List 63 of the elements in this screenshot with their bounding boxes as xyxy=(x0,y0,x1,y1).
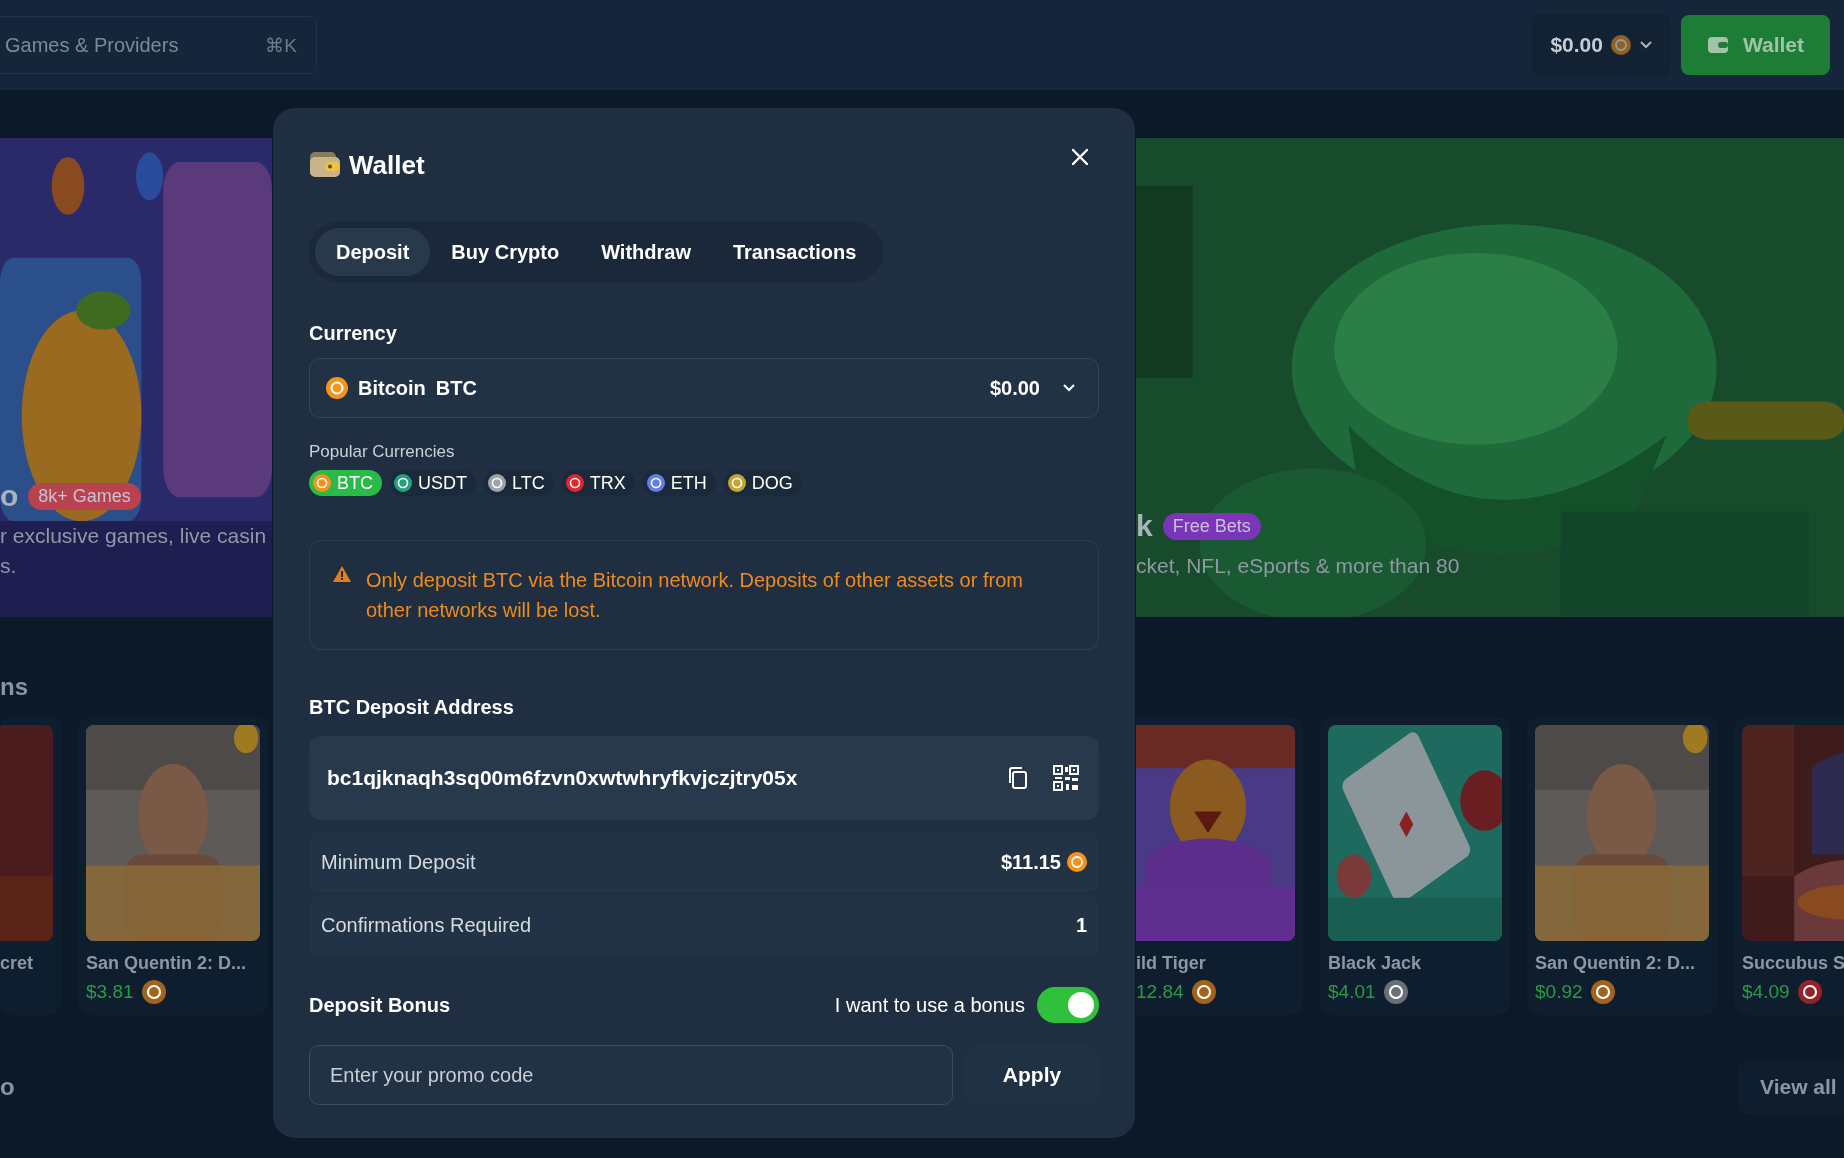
tab[interactable]: Withdraw xyxy=(580,228,712,276)
balance-button[interactable]: $0.00 xyxy=(1532,14,1671,76)
game-card[interactable]: Succubus S $4.09 xyxy=(1734,717,1844,1015)
currency-chip[interactable]: LTC xyxy=(484,470,554,496)
game-price: 12.84 xyxy=(1136,981,1184,1003)
promo-code-field[interactable]: Enter your promo code xyxy=(309,1045,953,1105)
info-label: Confirmations Required xyxy=(321,913,532,937)
currency-name: Bitcoin xyxy=(358,376,426,400)
currency-chip[interactable]: TRX xyxy=(561,470,635,496)
banner-title: k xyxy=(1136,509,1153,543)
currency-select[interactable]: Bitcoin BTC $0.00 xyxy=(309,358,1099,418)
game-price: $4.09 xyxy=(1742,981,1790,1003)
view-all-button[interactable]: View all xyxy=(1738,1059,1844,1115)
game-title: San Quentin 2: D... xyxy=(86,953,247,974)
banner-title: o xyxy=(0,479,19,513)
close-icon[interactable] xyxy=(1071,148,1089,166)
warning-icon xyxy=(332,565,352,583)
section-title: o xyxy=(0,1073,15,1101)
currency-balance: $0.00 xyxy=(989,376,1040,400)
banner-description: r exclusive games, live casin s. xyxy=(0,523,267,579)
apply-button[interactable]: Apply xyxy=(965,1045,1099,1105)
field-label: Currency xyxy=(309,322,398,346)
currency-chip[interactable]: USDT xyxy=(390,470,476,496)
game-card[interactable]: San Quentin 2: D... $0.92 xyxy=(1527,717,1717,1015)
banner-description: cket, NFL, eSports & more than 80 xyxy=(1136,553,1460,579)
game-price: $4.01 xyxy=(1328,981,1376,1003)
game-title: cret xyxy=(0,953,35,974)
qr-code-icon[interactable] xyxy=(1053,765,1079,791)
section-title: ns xyxy=(0,673,28,702)
game-card[interactable]: San Quentin 2: D... $3.81 xyxy=(78,717,268,1015)
currency-chip[interactable]: DOG xyxy=(723,470,802,496)
wallet-icon xyxy=(1706,34,1729,56)
dialog-title: Wallet xyxy=(349,149,425,181)
deposit-address: bc1qjknaqh3sq00m6fzvn0xwtwhryfkvjczjtry05x xyxy=(327,766,799,790)
game-price: $0.92 xyxy=(1535,981,1583,1003)
section-title: Deposit Bonus xyxy=(309,993,451,1017)
game-title: Succubus S xyxy=(1742,953,1844,974)
game-title: ild Tiger xyxy=(1136,953,1207,974)
tab[interactable]: Deposit xyxy=(315,228,431,276)
copy-icon[interactable] xyxy=(1007,766,1029,790)
shortcut-hint: ⌘K xyxy=(265,34,297,57)
toggle-label: I want to use a bonus xyxy=(834,993,1025,1017)
game-title: San Quentin 2: D... xyxy=(1535,953,1696,974)
field-label: Popular Currencies xyxy=(309,442,456,462)
game-title: Black Jack xyxy=(1328,953,1423,974)
warning-text: Only deposit BTC via the Bitcoin network. Deposits of other assets or from other networks will be lost. xyxy=(366,568,1024,623)
currency-chip[interactable]: ETH xyxy=(642,470,716,496)
wallet-icon xyxy=(309,150,341,180)
coin-icon xyxy=(326,377,348,399)
toggle-switch[interactable] xyxy=(1037,987,1099,1023)
banner-badge: 8k+ Games xyxy=(28,482,141,510)
tab[interactable]: Buy Crypto xyxy=(430,228,581,276)
info-value: 1 xyxy=(1075,913,1087,937)
game-card[interactable]: Black Jack $4.01 xyxy=(1320,717,1510,1015)
game-price: $3.81 xyxy=(86,981,134,1003)
coin-icon xyxy=(1610,35,1631,55)
tab[interactable]: Transactions xyxy=(711,228,878,276)
game-card[interactable]: cret xyxy=(0,717,61,1015)
info-value: $11.15 xyxy=(1000,850,1061,874)
field-label: BTC Deposit Address xyxy=(309,696,515,720)
info-label: Minimum Deposit xyxy=(321,850,476,874)
currency-code: BTC xyxy=(435,376,477,400)
game-card[interactable]: ild Tiger 12.84 xyxy=(1136,717,1303,1015)
